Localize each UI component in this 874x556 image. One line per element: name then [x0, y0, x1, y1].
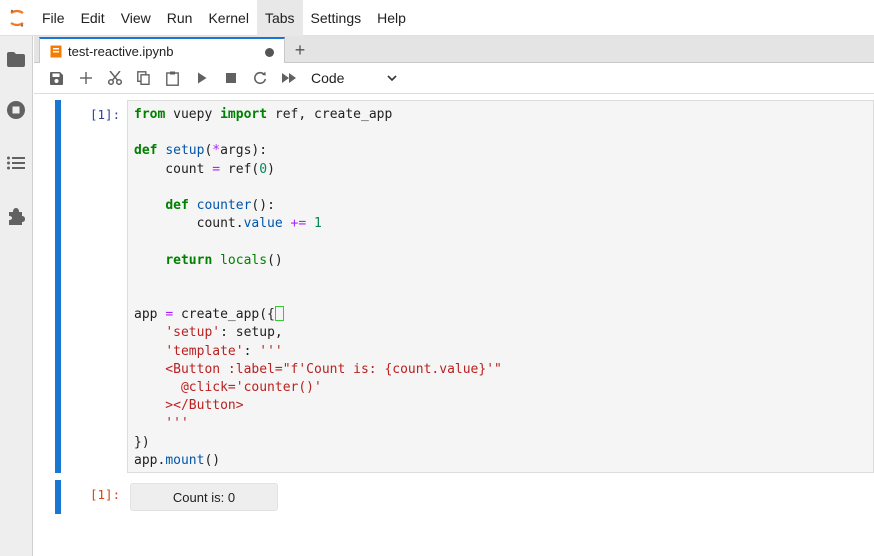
restart-run-all-button[interactable]: [274, 66, 303, 90]
code-editor[interactable]: from vuepy import ref, create_app def se…: [127, 100, 874, 473]
stop-icon[interactable]: [6, 100, 26, 120]
code-line: app = create_app({: [134, 306, 284, 322]
code-line: }): [134, 434, 150, 450]
cut-icon: [107, 71, 122, 85]
cell-type-select[interactable]: Code: [311, 66, 397, 90]
paste-button[interactable]: [158, 66, 187, 90]
code-content: from vuepy import ref, create_app def se…: [134, 106, 502, 470]
cell-type-value: Code: [311, 70, 345, 86]
copy-icon: [137, 71, 150, 85]
code-line: from vuepy import ref, create_app: [134, 107, 393, 122]
chevron-down-icon: [387, 74, 397, 81]
code-line: def counter():: [165, 198, 275, 214]
run-button[interactable]: [187, 66, 216, 90]
menu-edit[interactable]: Edit: [73, 0, 113, 36]
menu-settings[interactable]: Settings: [303, 0, 370, 36]
insert-cell-button[interactable]: [71, 66, 100, 90]
notebook-toolbar: Code: [34, 63, 874, 94]
stop-kernel-icon: [225, 73, 236, 83]
menu-file[interactable]: File: [34, 0, 73, 36]
puzzle-icon[interactable]: [6, 206, 26, 226]
menu-kernel[interactable]: Kernel: [200, 0, 256, 36]
menu-tabs[interactable]: Tabs: [256, 0, 303, 36]
code-line: count = ref(0): [134, 161, 275, 177]
folder-icon[interactable]: [6, 49, 26, 69]
run-icon: [197, 72, 206, 84]
add-tab-button[interactable]: +: [289, 39, 311, 61]
menu-view[interactable]: View: [113, 0, 159, 36]
tab-notebook[interactable]: test-reactive.ipynb: [39, 37, 285, 64]
list-icon[interactable]: [6, 153, 26, 173]
code-line: ''': [134, 416, 189, 432]
input-prompt: [1]:: [90, 107, 121, 122]
code-line: 'template': ''': [165, 343, 283, 359]
restart-icon: [253, 71, 266, 85]
tab-bar: test-reactive.ipynb +: [34, 36, 874, 64]
unsaved-indicator-icon[interactable]: [265, 48, 274, 57]
code-line: return locals(): [165, 252, 283, 268]
code-line: count.value += 1: [134, 216, 322, 232]
save-icon: [50, 71, 63, 85]
notebook-icon: [50, 45, 62, 58]
cut-button[interactable]: [100, 66, 129, 90]
output-cell-indicator: [55, 480, 61, 514]
save-button[interactable]: [42, 66, 71, 90]
tab-label: test-reactive.ipynb: [68, 44, 174, 59]
count-button[interactable]: Count is: 0: [130, 483, 278, 511]
restart-button[interactable]: [245, 66, 274, 90]
interrupt-button[interactable]: [216, 66, 245, 90]
code-line: 'setup': setup,: [165, 325, 283, 341]
left-sidebar: [0, 36, 33, 556]
jupyter-logo[interactable]: [0, 0, 34, 36]
copy-button[interactable]: [129, 66, 158, 90]
paste-icon: [166, 71, 179, 86]
menu-help[interactable]: Help: [369, 0, 414, 36]
output-prompt: [1]:: [90, 487, 121, 502]
menu-run[interactable]: Run: [159, 0, 201, 36]
active-cell-indicator: [55, 100, 61, 473]
code-line: @click='counter()': [134, 380, 322, 396]
menu-bar: File Edit View Run Kernel Tabs Settings …: [0, 0, 874, 36]
code-line: app.mount(): [134, 452, 221, 468]
text-cursor: [274, 306, 284, 322]
code-line: ></Button>: [134, 398, 244, 414]
add-icon: [79, 72, 92, 84]
code-line: <Button :label="f'Count is: {count.value…: [134, 361, 502, 377]
fast-forward-icon: [281, 73, 296, 83]
notebook-panel: [1]: from vuepy import ref, create_app d…: [34, 95, 874, 556]
code-line: def setup(*args):: [134, 143, 268, 159]
